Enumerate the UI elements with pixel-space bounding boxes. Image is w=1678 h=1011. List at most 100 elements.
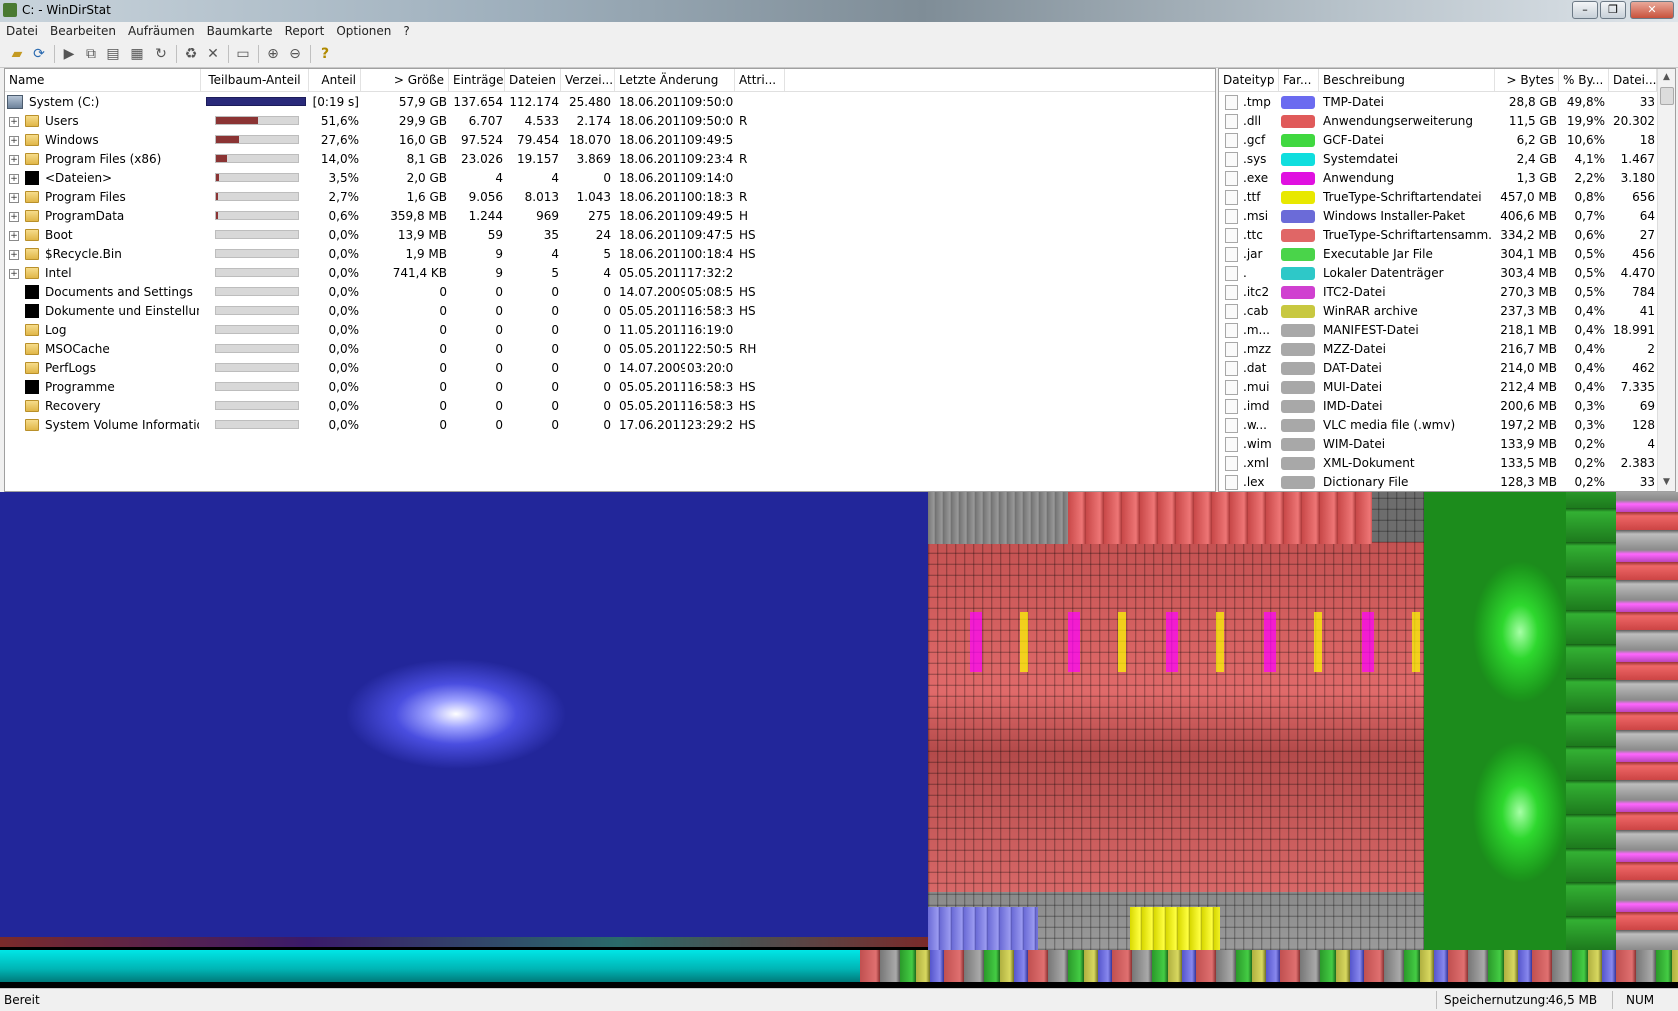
col-file-type[interactable]: Dateityp [1219, 69, 1279, 91]
extension-row[interactable]: .lex Dictionary File 128,3 MB 0,2% 33 [1219, 473, 1675, 491]
close-button[interactable]: ✕ [1630, 1, 1674, 19]
copy-icon[interactable]: ⧉ [82, 45, 100, 63]
col-description[interactable]: Beschreibung [1319, 69, 1495, 91]
extension-row[interactable]: .imd IMD-Datei 200,6 MB 0,3% 69 [1219, 397, 1675, 416]
tree-row[interactable]: + ProgramData 0,6% 359,8 MB 1.244 969 275 18.06… [5, 207, 1215, 226]
treemap[interactable] [0, 492, 1678, 988]
extension-row[interactable]: .jar Executable Jar File 304,1 MB 0,5% 456 [1219, 245, 1675, 264]
col-dirs[interactable]: Verzei... [561, 69, 615, 91]
expand-icon[interactable]: + [9, 250, 19, 260]
treemap-block-dll[interactable] [1068, 492, 1372, 544]
play-icon[interactable]: ▶ [60, 45, 78, 63]
extension-row[interactable]: .exe Anwendung 1,3 GB 2,2% 3.180 [1219, 169, 1675, 188]
explorer-icon[interactable]: ▤ [104, 45, 122, 63]
treemap-block-gray[interactable] [928, 492, 1068, 544]
treemap-block-programfiles[interactable] [1616, 492, 1678, 950]
expand-icon[interactable]: + [9, 136, 19, 146]
tree-row[interactable]: + $Recycle.Bin 0,0% 1,9 MB 9 4 5 18.06.2011 00:1… [5, 245, 1215, 264]
extension-row[interactable]: .gcf GCF-Datei 6,2 GB 10,6% 18 [1219, 131, 1675, 150]
treemap-block-mixed[interactable] [930, 612, 1420, 672]
extension-row[interactable]: .mzz MZZ-Datei 216,7 MB 0,4% 2 [1219, 340, 1675, 359]
scroll-thumb[interactable] [1660, 87, 1674, 105]
extension-row[interactable]: .cab WinRAR archive 237,3 MB 0,4% 41 [1219, 302, 1675, 321]
col-last-change[interactable]: Letzte Änderung [615, 69, 735, 91]
scroll-up-icon[interactable]: ▲ [1658, 69, 1675, 86]
menu-datei[interactable]: Datei [0, 22, 44, 40]
tree-row-root[interactable]: System (C:) [0:19 s] 57,9 GB 137.654 112… [5, 93, 1215, 112]
expand-icon[interactable]: + [9, 212, 19, 222]
menu-bearbeiten[interactable]: Bearbeiten [44, 22, 122, 40]
minimize-button[interactable]: – [1572, 1, 1598, 19]
col-attributes[interactable]: Attri... [735, 69, 785, 91]
extension-row[interactable]: .mui MUI-Datei 212,4 MB 0,4% 7.335 [1219, 378, 1675, 397]
treemap-block-msi[interactable] [928, 907, 1038, 950]
col-files[interactable]: Dateien [505, 69, 561, 91]
extension-row[interactable]: .msi Windows Installer-Paket 406,6 MB 0,7% 6… [1219, 207, 1675, 226]
extension-row[interactable]: .itc2 ITC2-Datei 270,3 MB 0,5% 784 [1219, 283, 1675, 302]
treemap-block-gcf-small[interactable] [1566, 492, 1616, 950]
col-color[interactable]: Far... [1279, 69, 1319, 91]
tree-row[interactable]: Programme 0,0% 0 0 0 0 05.05.201116:58:31 HS [5, 378, 1215, 397]
tree-row[interactable]: System Volume Information 0,0% 0 0 0 0 17.06.2… [5, 416, 1215, 435]
new-folder-icon[interactable]: ▭ [234, 45, 252, 63]
extension-row[interactable]: . Lokaler Datenträger 303,4 MB 0,5% 4.470 [1219, 264, 1675, 283]
extension-row[interactable]: .sys Systemdatei 2,4 GB 4,1% 1.467 [1219, 150, 1675, 169]
extension-row[interactable]: .dat DAT-Datei 214,0 MB 0,4% 462 [1219, 359, 1675, 378]
extension-row[interactable]: .tmp TMP-Datei 28,8 GB 49,8% 33 [1219, 93, 1675, 112]
col-name[interactable]: Name [5, 69, 201, 91]
menu-aufraeumen[interactable]: Aufräumen [122, 22, 201, 40]
menu-baumkarte[interactable]: Baumkarte [201, 22, 279, 40]
col-share[interactable]: Anteil [309, 69, 361, 91]
col-entries[interactable]: Einträge [449, 69, 505, 91]
col-file-count[interactable]: Datei... [1609, 69, 1657, 91]
col-bytes[interactable]: > Bytes [1495, 69, 1559, 91]
extension-row[interactable]: .w... VLC media file (.wmv) 197,2 MB 0,3% 12… [1219, 416, 1675, 435]
menu-help[interactable]: ? [397, 22, 415, 40]
tree-row[interactable]: + Intel 0,0% 741,4 KB 9 5 4 05.05.201117:32:20 [5, 264, 1215, 283]
tree-row[interactable]: + Users 51,6% 29,9 GB 6.707 4.533 2.174 18.06.2… [5, 112, 1215, 131]
maximize-button[interactable]: ❐ [1600, 1, 1626, 19]
directory-tree-list[interactable]: Name Teilbaum-Anteil Anteil > Größe Eint… [4, 68, 1216, 492]
treemap-strip[interactable] [0, 937, 928, 947]
treemap-block-tmp[interactable] [0, 492, 928, 944]
tree-row[interactable]: + Program Files (x86) 14,0% 8,1 GB 23.026 19.… [5, 150, 1215, 169]
tree-row[interactable]: + Boot 0,0% 13,9 MB 59 35 24 18.06.201109:47:58… [5, 226, 1215, 245]
extension-row[interactable]: .wim WIM-Datei 133,9 MB 0,2% 4 [1219, 435, 1675, 454]
col-size[interactable]: > Größe [361, 69, 449, 91]
delete-icon[interactable]: ✕ [204, 45, 222, 63]
refresh-selected-icon[interactable]: ↻ [152, 45, 170, 63]
menu-report[interactable]: Report [279, 22, 331, 40]
col-subtree-share[interactable]: Teilbaum-Anteil [201, 69, 309, 91]
tree-row[interactable]: + Windows 27,6% 16,0 GB 97.524 79.454 18.070 18… [5, 131, 1215, 150]
zoom-out-icon[interactable]: ⊖ [286, 45, 304, 63]
help-icon[interactable]: ? [316, 45, 334, 63]
treemap-block-ttf[interactable] [1130, 907, 1220, 950]
extension-row[interactable]: .dll Anwendungserweiterung 11,5 GB 19,9% 20.… [1219, 112, 1675, 131]
open-icon[interactable]: ▰ [8, 45, 26, 63]
expand-icon[interactable]: + [9, 231, 19, 241]
zoom-in-icon[interactable]: ⊕ [264, 45, 282, 63]
tree-row[interactable]: Log 0,0% 0 0 0 0 11.05.201116:19:05 [5, 321, 1215, 340]
tree-row[interactable]: Documents and Settings 0,0% 0 0 0 0 14.07.2009… [5, 283, 1215, 302]
menu-optionen[interactable]: Optionen [330, 22, 397, 40]
treemap-block-sys[interactable] [0, 950, 860, 982]
recycle-icon[interactable]: ♻ [182, 45, 200, 63]
extension-scrollbar[interactable]: ▲ ▼ [1657, 69, 1675, 491]
cmd-icon[interactable]: ▦ [128, 45, 146, 63]
tree-row[interactable]: Dokumente und Einstellun... 0,0% 0 0 0 0 05.05… [5, 302, 1215, 321]
extension-list[interactable]: Dateityp Far... Beschreibung > Bytes % B… [1218, 68, 1676, 492]
col-percent-bytes[interactable]: % By... [1559, 69, 1609, 91]
expand-icon[interactable]: + [9, 174, 19, 184]
extension-row[interactable]: .xml XML-Dokument 133,5 MB 0,2% 2.383 [1219, 454, 1675, 473]
extension-row[interactable]: .ttf TrueType-Schriftartendatei 457,0 MB 0,… [1219, 188, 1675, 207]
expand-icon[interactable]: + [9, 193, 19, 203]
expand-icon[interactable]: + [9, 155, 19, 165]
tree-row[interactable]: MSOCache 0,0% 0 0 0 0 05.05.201122:50:58 RH [5, 340, 1215, 359]
scroll-down-icon[interactable]: ▼ [1658, 474, 1675, 491]
expand-icon[interactable]: + [9, 117, 19, 127]
tree-row[interactable]: PerfLogs 0,0% 0 0 0 0 14.07.200903:20:08 [5, 359, 1215, 378]
tree-row[interactable]: + <Dateien> 3,5% 2,0 GB 4 4 0 18.06.2011 09:14:0… [5, 169, 1215, 188]
tree-row[interactable]: Recovery 0,0% 0 0 0 0 05.05.201116:58:31 HS [5, 397, 1215, 416]
treemap-block-windows[interactable] [928, 492, 1424, 950]
extension-row[interactable]: .m... MANIFEST-Datei 218,1 MB 0,4% 18.991 [1219, 321, 1675, 340]
